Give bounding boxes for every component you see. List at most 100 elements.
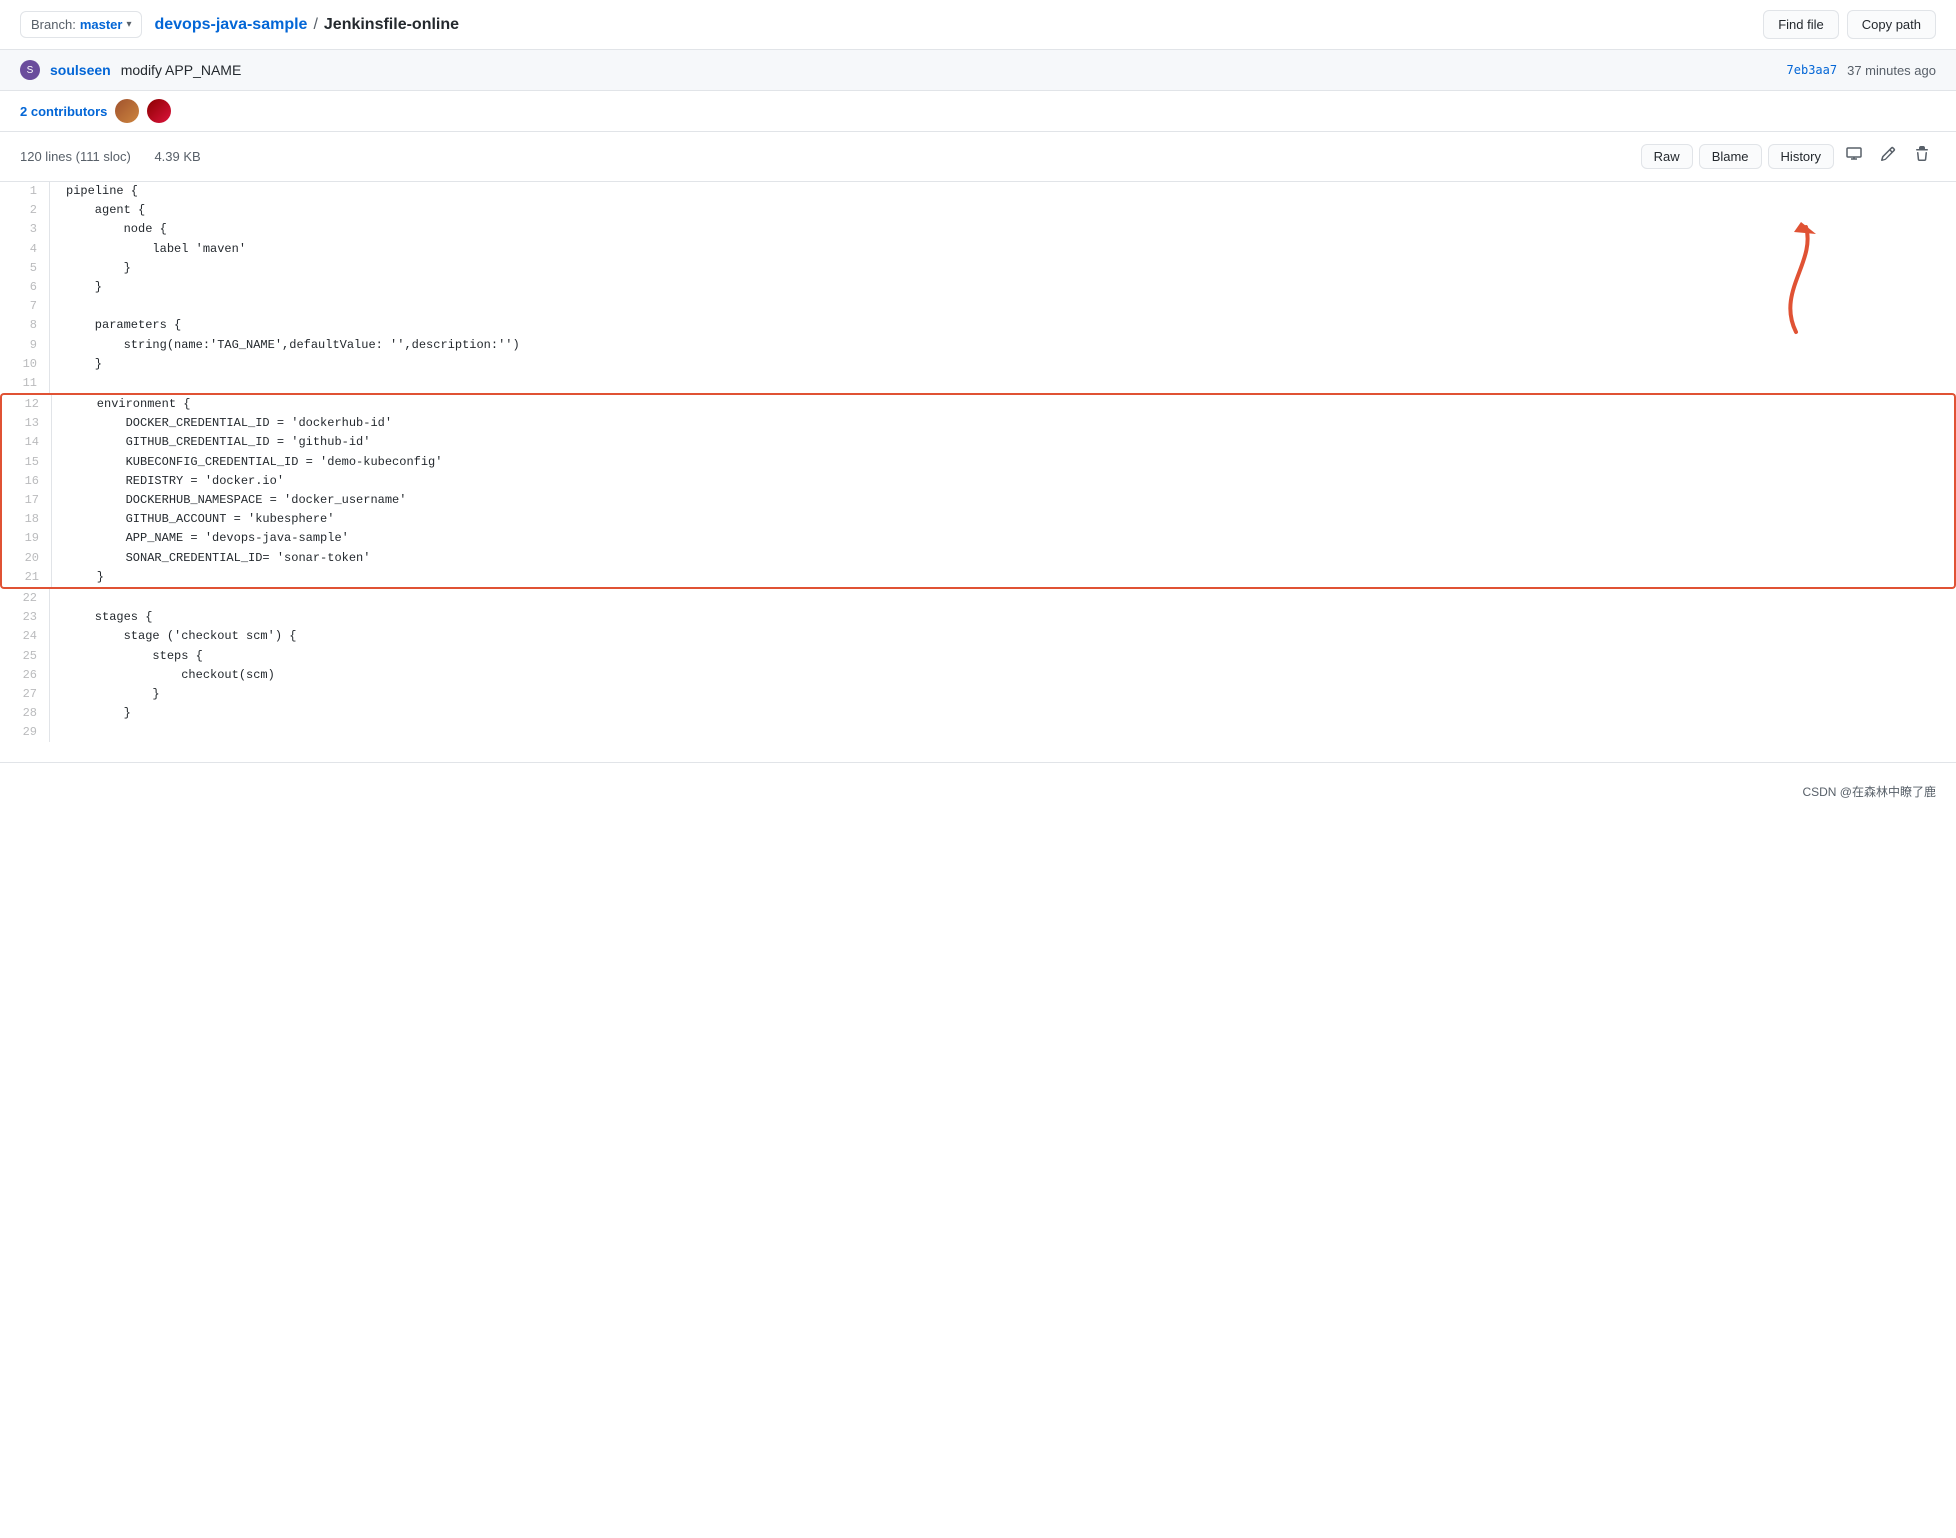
table-row: 2 agent { (0, 201, 1956, 220)
line-code: string(name:'TAG_NAME',defaultValue: '',… (50, 336, 1956, 355)
line-number: 2 (0, 201, 50, 220)
avatar: S (20, 60, 40, 80)
commit-message: modify APP_NAME (121, 62, 1777, 78)
repo-link[interactable]: devops-java-sample (154, 16, 307, 34)
table-row: 4 label 'maven' (0, 240, 1956, 259)
line-code: REDISTRY = 'docker.io' (52, 472, 1954, 491)
line-number: 25 (0, 647, 50, 666)
line-number: 24 (0, 627, 50, 646)
top-bar: Branch: master ▾ devops-java-sample / Je… (0, 0, 1956, 50)
commit-hash[interactable]: 7eb3aa7 (1787, 63, 1838, 77)
line-code: pipeline { (50, 182, 1956, 201)
breadcrumb: devops-java-sample / Jenkinsfile-online (154, 16, 1751, 34)
table-row: 28 } (0, 704, 1956, 723)
edit-icon[interactable] (1874, 142, 1902, 171)
table-row: 16 REDISTRY = 'docker.io' (0, 472, 1956, 491)
code-table: 1pipeline {2 agent {3 node {4 label 'mav… (0, 182, 1956, 742)
commit-bar: S soulseen modify APP_NAME 7eb3aa7 37 mi… (0, 50, 1956, 91)
find-file-button[interactable]: Find file (1763, 10, 1839, 39)
table-row: 13 DOCKER_CREDENTIAL_ID = 'dockerhub-id' (0, 414, 1956, 433)
file-name: Jenkinsfile-online (324, 16, 459, 34)
line-number: 12 (2, 395, 52, 414)
table-row: 26 checkout(scm) (0, 666, 1956, 685)
table-row: 27 } (0, 685, 1956, 704)
contributors-link[interactable]: 2 contributors (20, 104, 107, 119)
code-container: 1pipeline {2 agent {3 node {4 label 'mav… (0, 182, 1956, 742)
line-number: 5 (0, 259, 50, 278)
line-code: parameters { (50, 316, 1956, 335)
commit-meta: 7eb3aa7 37 minutes ago (1787, 63, 1936, 78)
line-number: 17 (2, 491, 52, 510)
delete-icon[interactable] (1908, 142, 1936, 171)
line-code: DOCKERHUB_NAMESPACE = 'docker_username' (52, 491, 1954, 510)
table-row: 10 } (0, 355, 1956, 374)
desktop-icon[interactable] (1840, 142, 1868, 171)
branch-name: master (80, 17, 123, 32)
branch-label: Branch: (31, 17, 76, 32)
line-number: 28 (0, 704, 50, 723)
blame-button[interactable]: Blame (1699, 144, 1762, 169)
line-number: 29 (0, 723, 50, 742)
line-code (50, 297, 1956, 316)
line-code: SONAR_CREDENTIAL_ID= 'sonar-token' (52, 549, 1954, 568)
history-button[interactable]: History (1768, 144, 1834, 169)
chevron-down-icon: ▾ (126, 19, 131, 30)
line-code: GITHUB_ACCOUNT = 'kubesphere' (52, 510, 1954, 529)
file-size: 4.39 KB (154, 149, 200, 164)
line-code: KUBECONFIG_CREDENTIAL_ID = 'demo-kubecon… (52, 453, 1954, 472)
table-row: 21 } (0, 568, 1956, 589)
line-number: 15 (2, 453, 52, 472)
table-row: 23 stages { (0, 608, 1956, 627)
table-row: 24 stage ('checkout scm') { (0, 627, 1956, 646)
raw-button[interactable]: Raw (1641, 144, 1693, 169)
contributors-bar: 2 contributors (0, 91, 1956, 132)
line-number: 9 (0, 336, 50, 355)
table-row: 20 SONAR_CREDENTIAL_ID= 'sonar-token' (0, 549, 1956, 568)
table-row: 22 (0, 589, 1956, 608)
contributor-avatar-2 (147, 99, 171, 123)
line-number: 18 (2, 510, 52, 529)
table-row: 17 DOCKERHUB_NAMESPACE = 'docker_usernam… (0, 491, 1956, 510)
table-row: 29 (0, 723, 1956, 742)
copy-path-button[interactable]: Copy path (1847, 10, 1936, 39)
table-row: 25 steps { (0, 647, 1956, 666)
line-code: } (50, 704, 1956, 723)
table-row: 12 environment { (0, 393, 1956, 414)
line-code (50, 374, 1956, 393)
table-row: 7 (0, 297, 1956, 316)
table-row: 15 KUBECONFIG_CREDENTIAL_ID = 'demo-kube… (0, 453, 1956, 472)
table-row: 19 APP_NAME = 'devops-java-sample' (0, 529, 1956, 548)
line-number: 19 (2, 529, 52, 548)
table-row: 5 } (0, 259, 1956, 278)
line-number: 27 (0, 685, 50, 704)
line-number: 13 (2, 414, 52, 433)
line-number: 11 (0, 374, 50, 393)
table-row: 11 (0, 374, 1956, 393)
table-row: 18 GITHUB_ACCOUNT = 'kubesphere' (0, 510, 1956, 529)
line-code: } (52, 568, 1954, 587)
line-number: 6 (0, 278, 50, 297)
line-code: DOCKER_CREDENTIAL_ID = 'dockerhub-id' (52, 414, 1954, 433)
table-row: 1pipeline { (0, 182, 1956, 201)
line-code: checkout(scm) (50, 666, 1956, 685)
line-number: 16 (2, 472, 52, 491)
footer: CSDN @在森林中瞭了鹿 (0, 762, 1956, 820)
line-code: } (50, 355, 1956, 374)
line-code: steps { (50, 647, 1956, 666)
line-number: 10 (0, 355, 50, 374)
branch-selector[interactable]: Branch: master ▾ (20, 11, 142, 38)
table-row: 6 } (0, 278, 1956, 297)
contributor-avatar-1 (115, 99, 139, 123)
line-code: } (50, 685, 1956, 704)
table-row: 9 string(name:'TAG_NAME',defaultValue: '… (0, 336, 1956, 355)
line-code: stage ('checkout scm') { (50, 627, 1956, 646)
line-number: 7 (0, 297, 50, 316)
commit-author[interactable]: soulseen (50, 62, 111, 78)
table-row: 8 parameters { (0, 316, 1956, 335)
line-number: 20 (2, 549, 52, 568)
commit-time: 37 minutes ago (1847, 63, 1936, 78)
line-code: agent { (50, 201, 1956, 220)
breadcrumb-separator: / (313, 16, 317, 34)
line-code: GITHUB_CREDENTIAL_ID = 'github-id' (52, 433, 1954, 452)
line-number: 3 (0, 220, 50, 239)
